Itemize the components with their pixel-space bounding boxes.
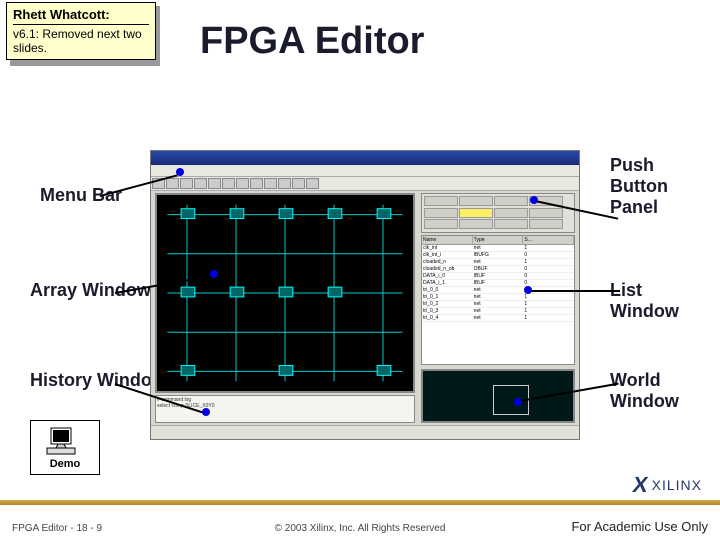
list-row[interactable]: clk_int_iIBUFG0	[422, 252, 574, 259]
pointer-dot	[202, 408, 210, 416]
push-button-panel[interactable]	[421, 193, 575, 233]
xilinx-x-icon: X	[631, 472, 650, 498]
toolbar-button[interactable]	[194, 178, 207, 189]
list-row[interactable]: DATA_i_0IBUF0	[422, 273, 574, 280]
toolbar-button[interactable]	[166, 178, 179, 189]
list-row[interactable]: cloaded_n_obOBUF0	[422, 266, 574, 273]
toolbar-button[interactable]	[222, 178, 235, 189]
panel-button[interactable]	[494, 208, 528, 218]
screenshot-statusbar	[151, 425, 579, 439]
list-row[interactable]: clk_intnet1	[422, 245, 574, 252]
array-window[interactable]	[155, 193, 415, 393]
panel-button[interactable]	[459, 219, 493, 229]
panel-button[interactable]	[459, 208, 493, 218]
computer-icon	[45, 426, 85, 456]
toolbar-button[interactable]	[278, 178, 291, 189]
list-row[interactable]: tri_0_1net1	[422, 294, 574, 301]
revision-note: Rhett Whatcott: v6.1: Removed next two s…	[6, 2, 156, 60]
toolbar-button[interactable]	[236, 178, 249, 189]
panel-button[interactable]	[494, 196, 528, 206]
pointer-line	[530, 290, 620, 292]
panel-button[interactable]	[529, 208, 563, 218]
list-row[interactable]: tri_0_2net1	[422, 301, 574, 308]
screenshot-menubar[interactable]	[151, 165, 579, 177]
screenshot-titlebar	[151, 151, 579, 165]
panel-button[interactable]	[494, 219, 528, 229]
list-row[interactable]: cloaded_nnet1	[422, 259, 574, 266]
toolbar-button[interactable]	[180, 178, 193, 189]
toolbar-button[interactable]	[306, 178, 319, 189]
note-author: Rhett Whatcott:	[13, 7, 149, 25]
panel-button[interactable]	[424, 208, 458, 218]
screenshot-toolbar[interactable]	[151, 177, 579, 191]
pointer-dot	[210, 270, 218, 278]
pointer-dot	[530, 196, 538, 204]
list-row[interactable]: tri_0_4net1	[422, 315, 574, 322]
panel-button[interactable]	[424, 196, 458, 206]
label-list-window: List Window	[610, 280, 690, 322]
list-header: NameTypeS…	[422, 236, 574, 245]
demo-icon[interactable]: Demo	[30, 420, 100, 475]
label-history-window: History Window	[30, 370, 166, 391]
label-array-window: Array Window	[30, 280, 151, 301]
note-body: v6.1: Removed next two slides.	[13, 27, 149, 55]
label-menu-bar: Menu Bar	[40, 185, 122, 206]
footer-right: For Academic Use Only	[571, 519, 708, 534]
toolbar-button[interactable]	[208, 178, 221, 189]
pointer-dot	[524, 286, 532, 294]
list-row[interactable]: tri_0_3net1	[422, 308, 574, 315]
screenshot-fpga-editor: NameTypeS… clk_intnet1clk_int_iIBUFG0clo…	[150, 150, 580, 440]
panel-button[interactable]	[529, 219, 563, 229]
footer: X XILINX FPGA Editor - 18 - 9 © 2003 Xil…	[0, 500, 720, 540]
toolbar-button[interactable]	[292, 178, 305, 189]
list-row[interactable]: DATA_i_1IBUF0	[422, 280, 574, 287]
page-title: FPGA Editor	[200, 20, 424, 63]
label-push-button-panel: Push Button Panel	[610, 155, 690, 218]
label-world-window: World Window	[610, 370, 690, 412]
world-window[interactable]	[421, 369, 575, 423]
panel-button[interactable]	[424, 219, 458, 229]
xilinx-logo: X XILINX	[633, 472, 702, 498]
demo-label: Demo	[50, 458, 81, 470]
toolbar-button[interactable]	[250, 178, 263, 189]
toolbar-button[interactable]	[264, 178, 277, 189]
pointer-dot	[176, 168, 184, 176]
footer-divider	[0, 500, 720, 505]
list-window[interactable]: NameTypeS… clk_intnet1clk_int_iIBUFG0clo…	[421, 235, 575, 365]
panel-button[interactable]	[459, 196, 493, 206]
pointer-dot	[514, 398, 522, 406]
